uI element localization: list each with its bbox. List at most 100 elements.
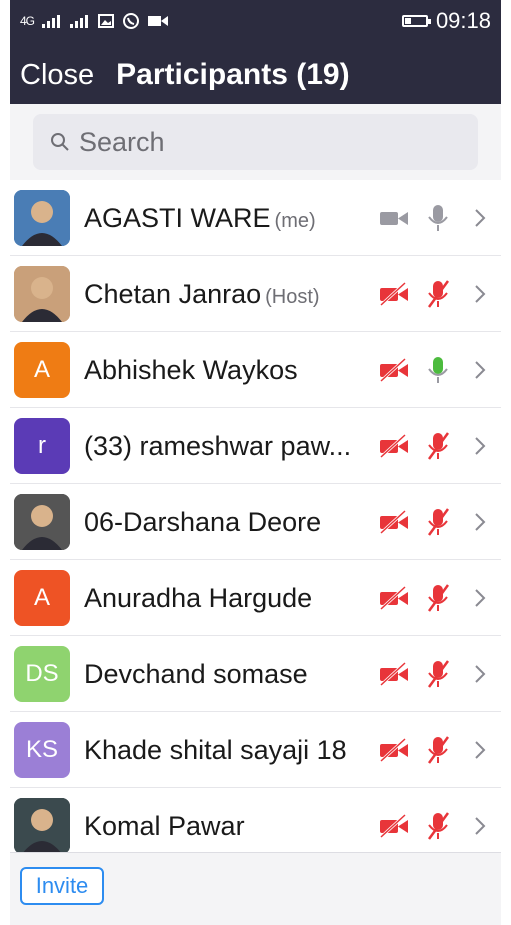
chevron-right-icon [475,361,486,379]
participant-row[interactable]: Chetan Janrao (Host) [10,256,501,332]
search-placeholder: Search [79,126,165,157]
mic-muted-icon [427,660,450,688]
chevron-right-icon [475,209,486,227]
avatar-initials: A [33,584,50,611]
mic-muted-icon [427,508,450,536]
photo-avatar-icon [14,494,70,550]
participant-status-icons [377,636,487,712]
participant-row[interactable]: r (33) rameshwar paw... [10,408,501,484]
chevron-right-icon [475,589,486,607]
mic-muted-icon [427,584,450,612]
search-input[interactable]: Search [33,114,478,170]
video-off-icon [379,357,408,383]
participant-row[interactable]: A Anuradha Hargude [10,560,501,636]
chevron-right-icon [475,285,486,303]
participant-status-icons [377,332,487,408]
footer: Invite [10,852,501,925]
whatsapp-icon [123,13,140,29]
avatar-initials: DS [25,660,59,687]
participant-status-icons [377,712,487,788]
chevron-right-icon [475,665,486,683]
avatar: r [14,418,70,474]
avatar-initials: r [38,432,46,459]
photo-avatar-icon [14,190,70,246]
header: 4G 09:18 Close Participants (19) [10,0,501,104]
mic-muted-icon [427,280,450,308]
participant-name: Devchand somase [84,636,308,712]
participant-name: Abhishek Waykos [84,332,298,408]
status-icons: 4G [20,12,169,30]
page-title: Participants (19) [116,58,350,91]
chevron-right-icon [475,437,486,455]
search-area: Search [10,104,501,180]
participant-name-text: Anuradha Hargude [84,583,313,613]
signal-icon-2 [70,15,89,28]
avatar: KS [14,722,70,778]
avatar: A [14,342,70,398]
network-type: 4G [20,14,35,28]
participant-name-text: Abhishek Waykos [84,355,298,385]
participant-name: 06-Darshana Deore [84,484,321,560]
status-right: 09:18 [401,8,491,34]
participant-role-tag: (me) [274,210,316,232]
participant-name: (33) rameshwar paw... [84,408,351,484]
participant-name-text: Chetan Janrao [84,279,262,309]
avatar-initials: A [33,356,50,383]
video-on-icon [380,212,408,225]
participant-name-text: 06-Darshana Deore [84,507,322,537]
participant-status-icons [377,484,487,560]
signal-icon [42,15,61,28]
video-off-icon [379,281,408,307]
video-status-icon [148,16,169,26]
video-off-icon [379,813,408,839]
participant-row[interactable]: A Abhishek Waykos [10,332,501,408]
app-frame: 4G 09:18 Close Participants (19) Search … [10,0,501,925]
close-button[interactable]: Close [20,59,94,92]
battery-icon [401,15,431,27]
gallery-icon [98,14,115,28]
participant-name: AGASTI WARE (me) [84,180,316,256]
chevron-right-icon [475,817,486,835]
participant-role-tag: (Host) [265,286,320,308]
participant-status-icons [377,560,487,636]
participant-list: AGASTI WARE (me) Chetan Janrao (Host) A Abhis… [10,180,501,864]
participant-name-text: (33) rameshwar paw... [84,431,352,461]
participant-name-text: Komal Pawar [84,811,245,841]
avatar [14,798,70,854]
participant-row[interactable]: AGASTI WARE (me) [10,180,501,256]
participant-name: Khade shital sayaji 18 [84,712,347,788]
participant-name-text: Khade shital sayaji 18 [84,735,347,765]
search-icon [51,133,69,151]
avatar: A [14,570,70,626]
avatar: DS [14,646,70,702]
video-off-icon [379,737,408,763]
title-bar: Close Participants (19) [10,48,501,102]
mic-icon [428,357,448,383]
video-off-icon [379,661,408,687]
avatar-initials: KS [25,736,58,763]
participant-name-text: Devchand somase [84,659,308,689]
photo-avatar-icon [14,798,70,854]
avatar [14,494,70,550]
video-off-icon [379,433,408,459]
mic-muted-icon [427,812,450,840]
participant-status-icons [377,180,487,256]
participant-status-icons [377,256,487,332]
invite-button[interactable]: Invite [20,867,104,905]
mic-muted-icon [427,736,450,764]
photo-avatar-icon [14,266,70,322]
avatar [14,266,70,322]
participant-row[interactable]: 06-Darshana Deore [10,484,501,560]
participant-row[interactable]: KS Khade shital sayaji 18 [10,712,501,788]
chevron-right-icon [475,741,486,759]
participant-status-icons [377,408,487,484]
video-off-icon [379,585,408,611]
mic-icon [428,205,448,231]
chevron-right-icon [475,513,486,531]
mic-muted-icon [427,432,450,460]
status-bar: 4G 09:18 [10,0,501,42]
participant-name: Anuradha Hargude [84,560,312,636]
participant-name: Chetan Janrao (Host) [84,256,320,332]
avatar [14,190,70,246]
participant-row[interactable]: DS Devchand somase [10,636,501,712]
